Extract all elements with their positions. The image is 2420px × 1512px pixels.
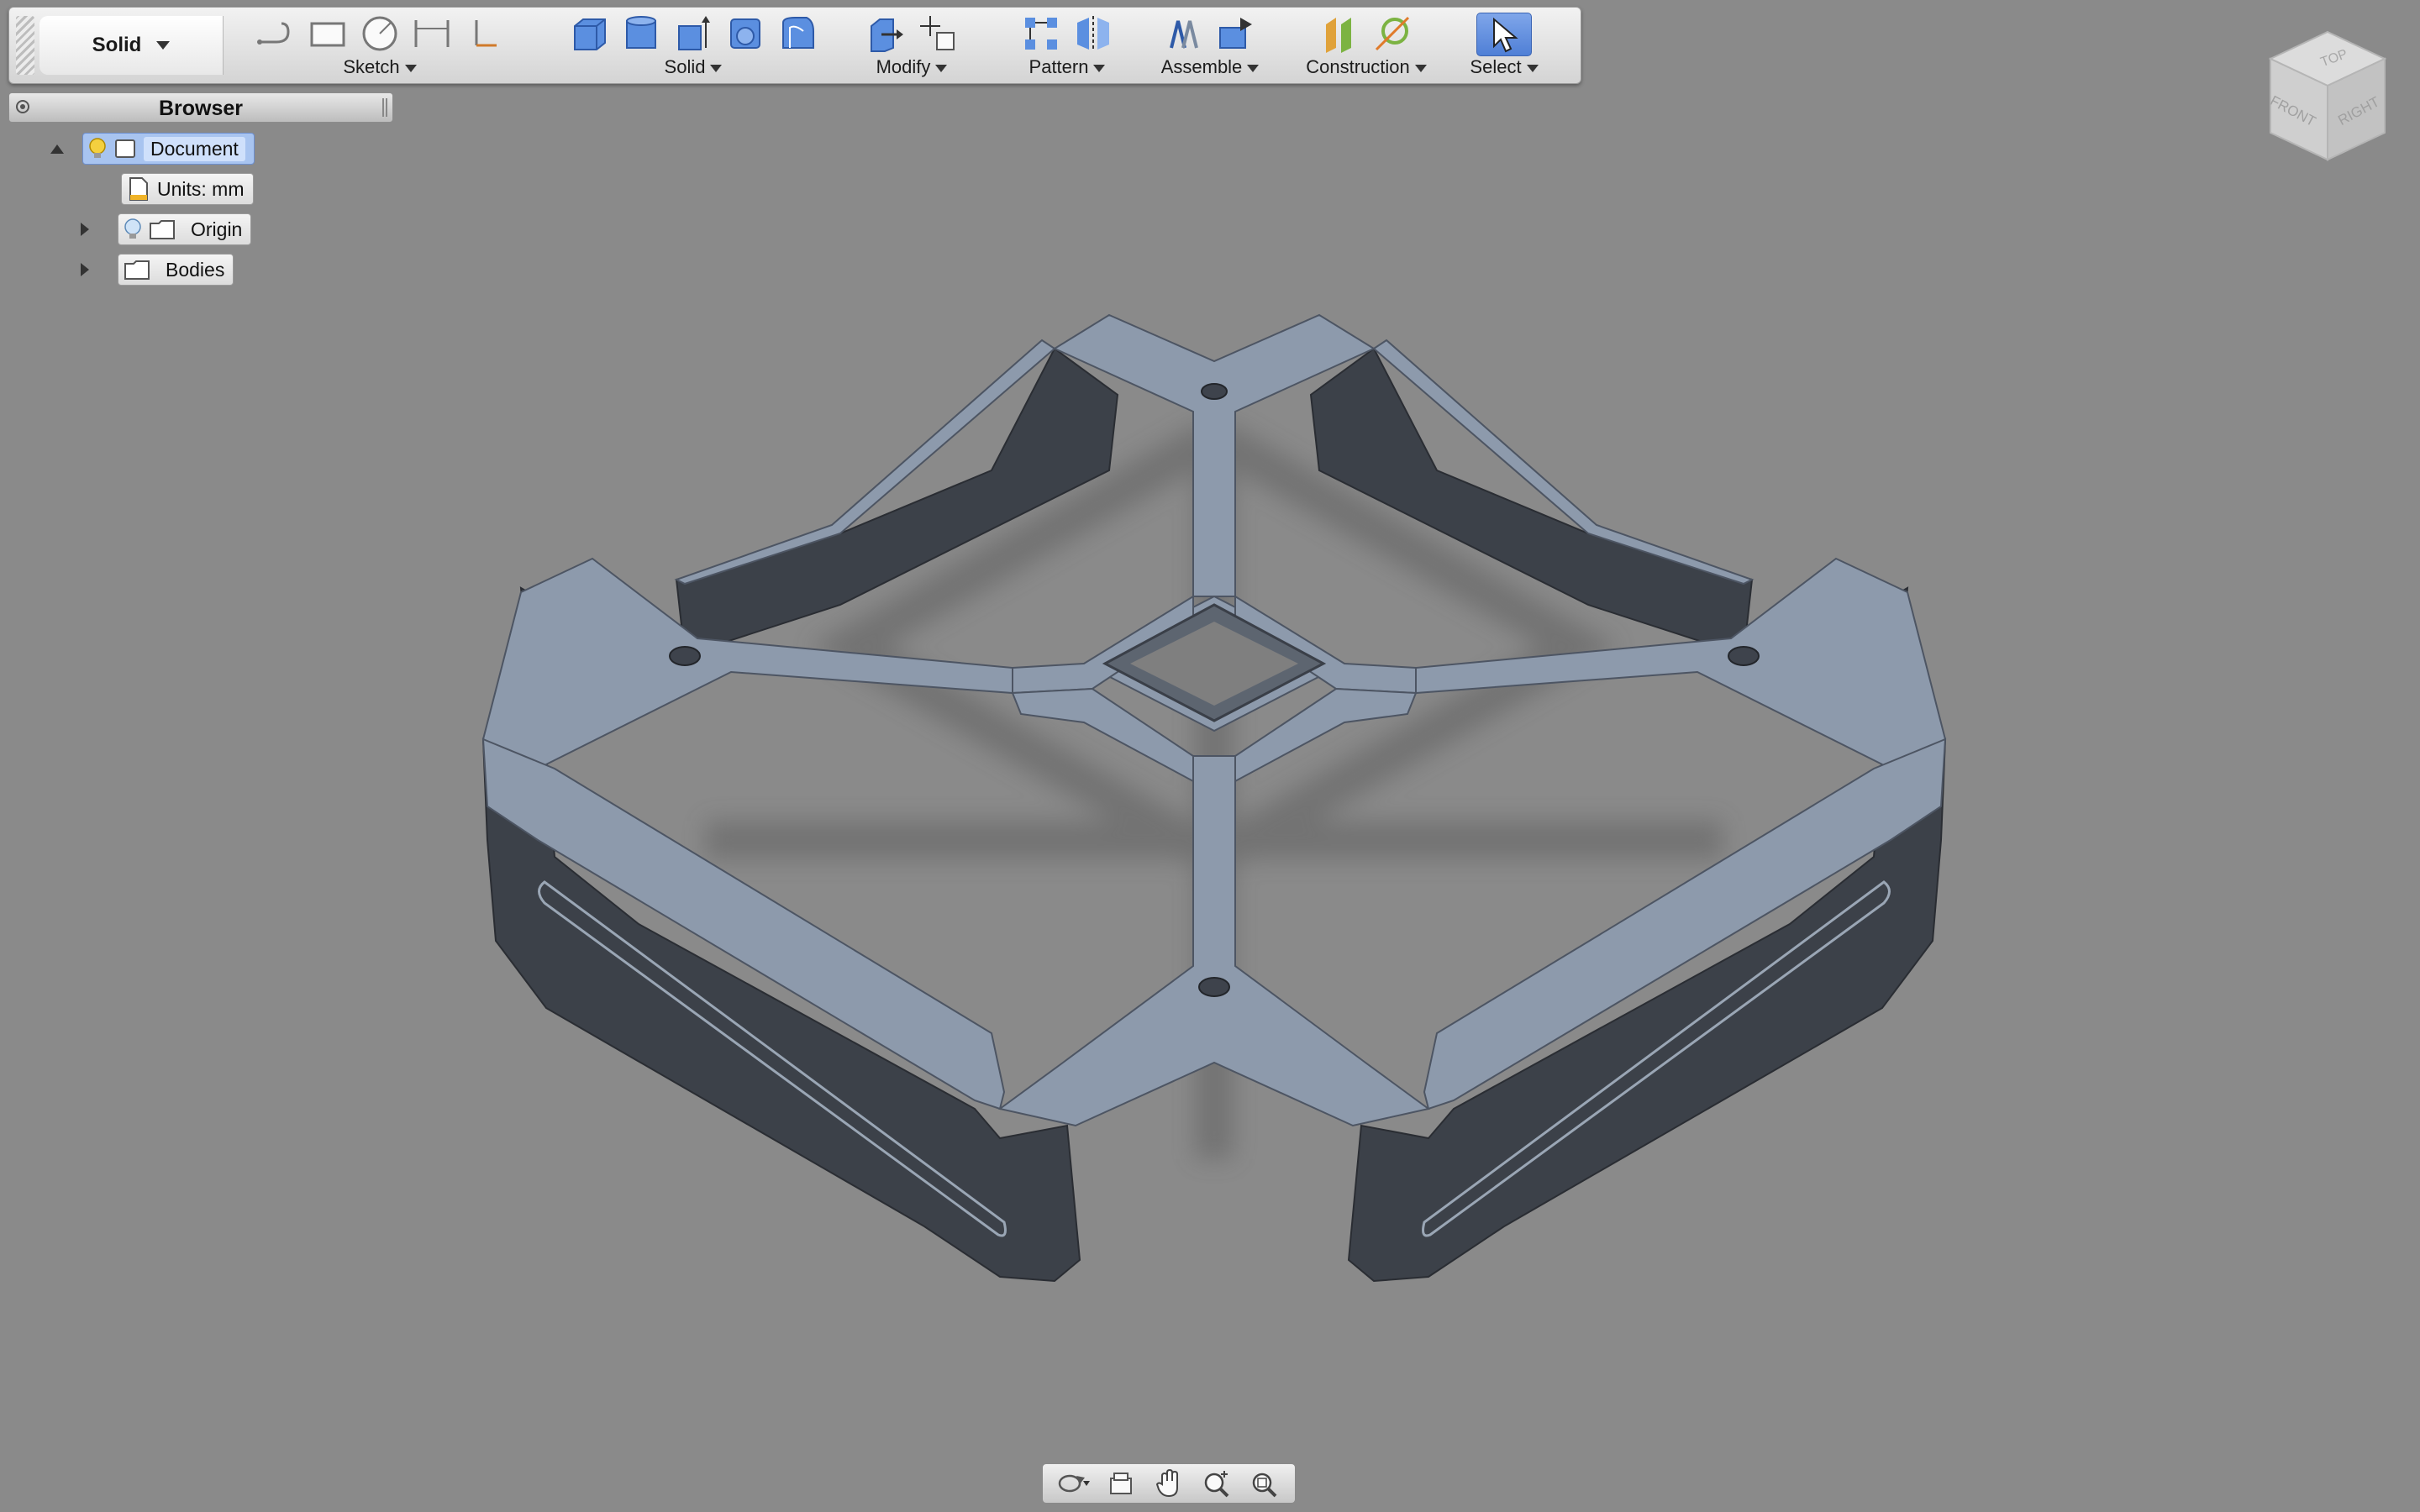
solid-label: Solid [664,56,706,77]
zoom-icon[interactable] [1198,1467,1235,1499]
chevron-down-icon [404,64,417,72]
chevron-down-icon [156,41,171,50]
move-tool-icon[interactable] [916,13,960,55]
tree-item-label: Units: mm [157,177,245,200]
box-tool-icon[interactable] [567,13,611,55]
assemble-label: Assemble [1160,56,1243,77]
pattern-label: Pattern [1028,56,1089,77]
sketch-group[interactable]: Sketch [241,8,518,83]
assemble-group[interactable]: Assemble [1147,8,1273,83]
tree-item-label: Bodies [166,258,225,281]
units-node[interactable]: Units: mm [121,173,254,205]
fit-icon[interactable] [1246,1467,1283,1499]
tree-item-units: Units: mm [121,172,254,206]
revolve-tool-icon[interactable] [723,13,767,55]
cylinder-tool-icon[interactable] [619,13,663,55]
expand-toggle-icon[interactable] [81,263,89,276]
construction-group[interactable]: Construction [1295,8,1438,83]
units-icon [129,177,148,201]
sweep-tool-icon[interactable] [776,13,819,55]
chevron-down-icon [1414,64,1427,72]
orbit-icon[interactable] [1055,1467,1092,1499]
expand-toggle-icon[interactable] [81,223,89,236]
constraint-tool-icon[interactable] [462,13,506,55]
dimension-tool-icon[interactable] [410,13,454,55]
navigation-bar [1042,1463,1296,1504]
browser-header: Browser [8,92,393,123]
tree-item-label: Document [144,136,245,161]
pattern-group[interactable]: Pattern [1004,8,1130,83]
expand-toggle-icon[interactable] [50,144,64,154]
workspace-switcher[interactable]: Solid [39,16,224,75]
document-icon [115,139,135,158]
tree-item-bodies: Bodies [81,253,234,286]
tree-item-origin: Origin [81,213,252,246]
circle-tool-icon[interactable] [358,13,402,55]
look-at-icon[interactable] [1102,1467,1139,1499]
folder-icon [150,220,175,239]
resize-grip[interactable] [382,98,387,117]
lightbulb-icon[interactable] [124,218,142,241]
solid-group[interactable]: Solid [550,8,836,83]
mirror-icon[interactable] [1071,13,1115,55]
select-arrow-icon[interactable] [1476,13,1532,56]
lightbulb-icon[interactable] [88,137,107,160]
rectangular-pattern-icon[interactable] [1019,13,1063,55]
tree-item-document: Document [50,132,255,165]
workspace-label: Solid [92,34,142,56]
origin-node[interactable]: Origin [118,213,252,245]
rectangle-tool-icon[interactable] [306,13,350,55]
document-node[interactable]: Document [82,133,255,165]
press-pull-icon[interactable] [864,13,908,55]
chevron-down-icon [710,64,723,72]
folder-icon [124,260,150,280]
joint-icon[interactable] [1162,13,1206,55]
viewcube[interactable]: TOP FRONT RIGHT [2260,25,2395,168]
model-viewport[interactable] [0,0,2420,1512]
modify-label: Modify [876,56,931,77]
sketch-label: Sketch [343,56,400,77]
offset-plane-icon[interactable] [1318,13,1362,55]
select-label: Select [1470,56,1522,77]
pan-icon[interactable] [1150,1467,1187,1499]
extrude-tool-icon[interactable] [671,13,715,55]
chevron-down-icon [1247,64,1260,72]
chevron-down-icon [1093,64,1106,72]
axis-icon[interactable] [1370,13,1414,55]
line-tool-icon[interactable] [254,13,297,55]
browser-title: Browser [158,97,244,120]
chevron-down-icon [935,64,948,72]
modify-group[interactable]: Modify [853,8,971,83]
bodies-node[interactable]: Bodies [118,254,234,286]
construction-label: Construction [1306,56,1410,77]
chevron-down-icon [1526,64,1539,72]
main-toolbar: Solid Sketch Solid Modify Pattern Assemb… [8,7,1581,84]
select-group[interactable]: Select [1458,8,1550,83]
tree-item-label: Origin [191,218,243,240]
component-icon[interactable] [1214,13,1258,55]
toolbar-grip[interactable] [16,16,34,75]
